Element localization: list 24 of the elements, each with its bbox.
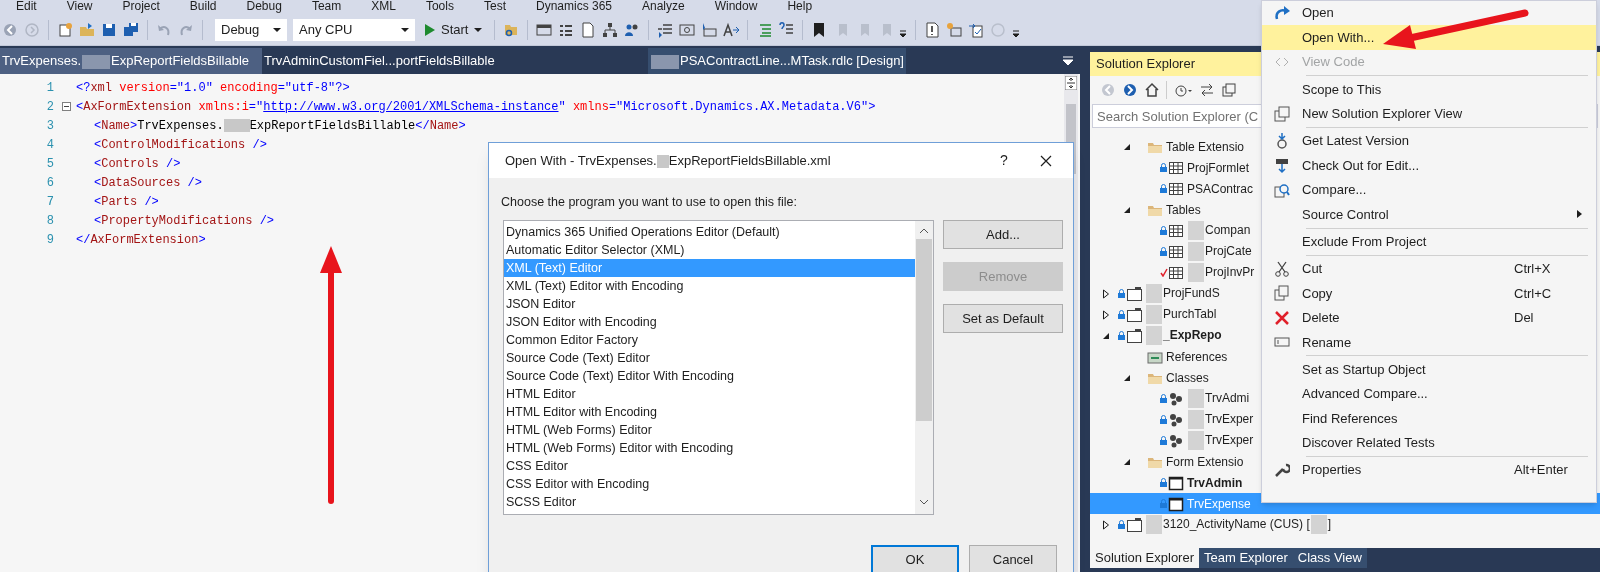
shortcut-text: Alt+Enter [1514,461,1569,480]
code-line: <Name>TrvExpenses. ExpReportFieldsBillable</Name> [93,117,466,135]
line-number: 6 [45,174,55,192]
code-line: <DataSources /> [93,174,203,192]
line-number: 3 [45,117,55,135]
prompt-text: Choose the program you want to use to open this file: [500,194,798,211]
line-number: 9 [45,231,55,249]
line-number: 8 [45,212,55,230]
dialog-title: Open With - TrvExpenses. ExpReportFieldsBillable.xml [505,151,832,170]
code-line: <Controls /> [93,155,181,173]
line-number: 5 [45,155,55,173]
code-line: <Parts /> [93,193,159,211]
shortcut-text: Ctrl+X [1514,260,1552,279]
code-line: <ControlModifications /> [93,136,267,154]
shortcut-text: Del [1514,309,1535,328]
code-line: </AxFormExtension> [76,231,206,249]
code-line: <AxFormExtension xmlns:i="http://www.w3.org/2001/XMLSchema-instance" xmlns="Microsoft.Dynamics.AX.Metadata.V6"> [76,98,876,116]
code-line: <?xml version="1.0" encoding="utf-8"?> [76,79,350,97]
line-number: 1 [45,79,55,97]
line-number: 4 [45,136,55,154]
line-number: 7 [45,193,55,211]
code-line: <PropertyModifications /> [93,212,275,230]
shortcut-text: Ctrl+C [1514,284,1553,303]
line-number: 2 [45,98,55,116]
